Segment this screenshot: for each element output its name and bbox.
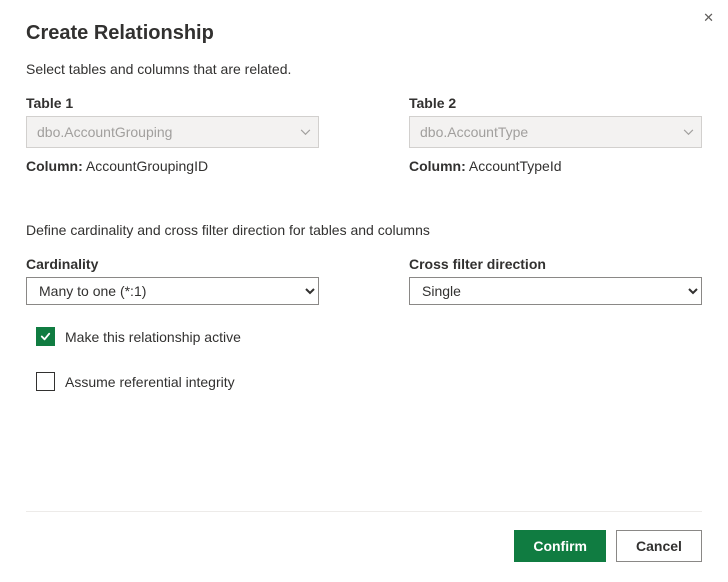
table1-combobox[interactable] [26,116,319,148]
table2-column-label: Column: [409,158,466,174]
crossfilter-column: Cross filter direction Single [409,256,702,305]
dialog-footer: Confirm Cancel [26,511,702,562]
create-relationship-dialog: ✕ Create Relationship Select tables and … [0,0,728,582]
table2-label: Table 2 [409,95,702,111]
cardinality-select[interactable]: Many to one (*:1) [26,277,319,305]
table1-input[interactable] [26,116,319,148]
dialog-subtitle: Select tables and columns that are relat… [26,61,702,77]
cardinality-column: Cardinality Many to one (*:1) [26,256,319,305]
table2-input[interactable] [409,116,702,148]
cardinality-select-wrap: Many to one (*:1) [26,277,319,305]
cardinality-section-text: Define cardinality and cross filter dire… [26,222,702,238]
table2-combobox[interactable] [409,116,702,148]
table2-column-value: AccountTypeId [469,158,562,174]
table1-column-value: AccountGroupingID [86,158,208,174]
confirm-button[interactable]: Confirm [514,530,606,562]
table1-column: Table 1 Column: AccountGroupingID [26,95,319,174]
table2-column: Table 2 Column: AccountTypeId [409,95,702,174]
table1-label: Table 1 [26,95,319,111]
table2-column-line: Column: AccountTypeId [409,158,702,174]
crossfilter-label: Cross filter direction [409,256,702,272]
integrity-checkbox-label: Assume referential integrity [65,374,235,390]
close-button[interactable]: ✕ [699,6,718,30]
active-checkbox-label: Make this relationship active [65,329,241,345]
crossfilter-select-wrap: Single [409,277,702,305]
close-icon: ✕ [703,10,714,25]
integrity-checkbox-row: Assume referential integrity [36,372,702,391]
table1-column-label: Column: [26,158,83,174]
crossfilter-select[interactable]: Single [409,277,702,305]
cancel-button[interactable]: Cancel [616,530,702,562]
table1-column-line: Column: AccountGroupingID [26,158,319,174]
tables-row: Table 1 Column: AccountGroupingID Table … [26,95,702,174]
active-checkbox[interactable] [36,327,55,346]
checkmark-icon [39,330,52,343]
dialog-title: Create Relationship [26,22,702,45]
active-checkbox-row: Make this relationship active [36,327,702,346]
cardinality-label: Cardinality [26,256,319,272]
integrity-checkbox[interactable] [36,372,55,391]
cardinality-row: Cardinality Many to one (*:1) Cross filt… [26,256,702,305]
